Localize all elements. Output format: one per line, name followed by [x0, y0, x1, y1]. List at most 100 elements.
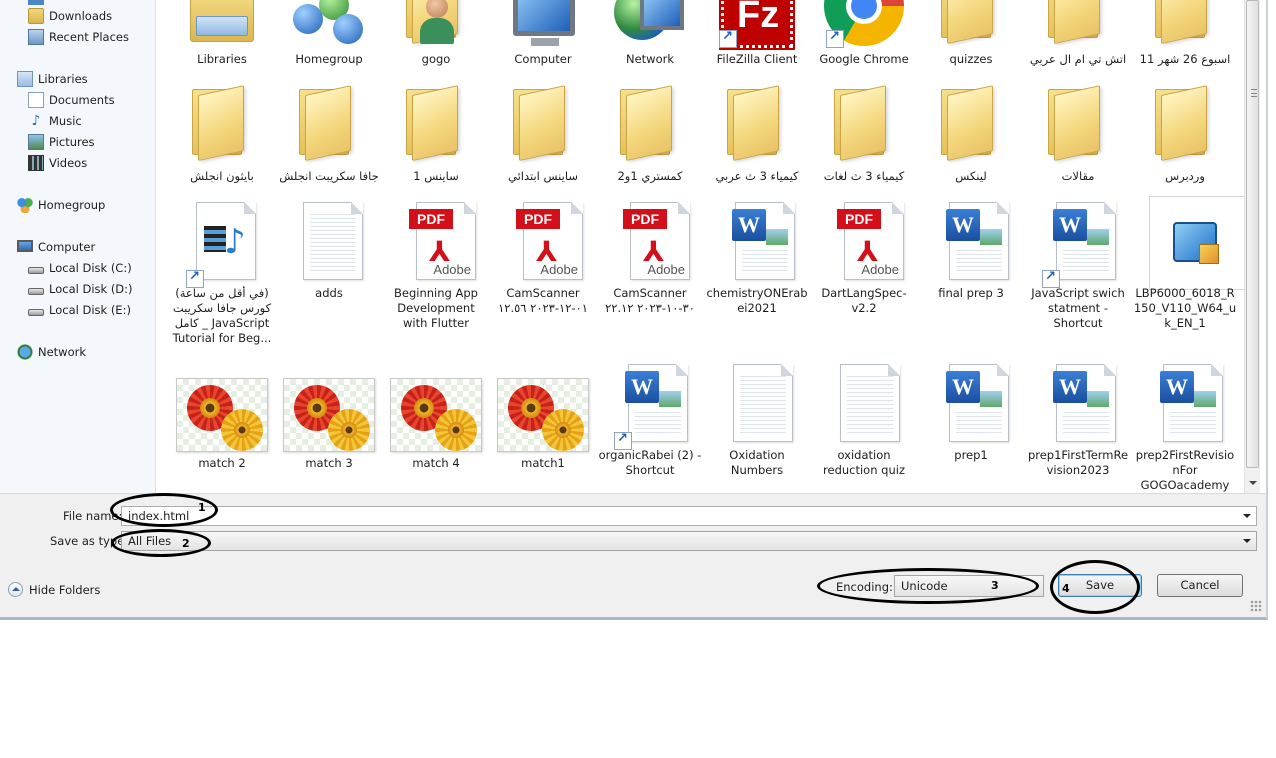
file-item-word[interactable]: W prep1 — [919, 362, 1023, 493]
homegroup-icon — [17, 197, 33, 213]
file-item-doc[interactable]: oxidation reduction quiz — [812, 362, 916, 493]
sidebar-item-label: Local Disk (D:) — [49, 282, 133, 296]
image-file-icon — [172, 370, 268, 454]
file-label: Network — [625, 52, 675, 66]
sidebar-item-documents[interactable]: Documents — [28, 90, 115, 110]
pdf-file-icon: PDF ⅄ Adobe — [394, 200, 478, 284]
image-file-icon — [493, 370, 589, 454]
sidebar-item-videos[interactable]: Videos — [28, 153, 87, 173]
file-label: Homegroup — [295, 52, 363, 66]
installer-icon — [1143, 196, 1244, 290]
video-file-icon: ♪ — [180, 200, 264, 288]
recent-places-icon — [28, 29, 44, 45]
videos-icon — [28, 155, 44, 171]
computer-icon — [17, 240, 33, 252]
chevron-down-icon — [1243, 539, 1251, 543]
file-item-pdf[interactable]: PDF ⅄ Adobe DartLangSpec-v2.2 — [812, 200, 916, 360]
file-item-video[interactable]: ♪ (في أقل من ساعة) كورس جافا سكريبت كامل… — [170, 200, 274, 360]
file-item-image[interactable]: match1 — [491, 370, 595, 493]
file-item-image[interactable]: match 4 — [384, 370, 488, 493]
folder-icon — [1143, 83, 1227, 167]
user-folder-icon — [394, 0, 478, 50]
annotation-number-2: 2 — [182, 537, 190, 550]
sidebar-item-network[interactable]: Network — [17, 342, 86, 362]
hide-folders-button[interactable]: Hide Folders — [8, 582, 100, 597]
file-label: (في أقل من ساعة) كورس جافا سكريبت كامل _… — [172, 286, 272, 345]
sidebar-item-downloads[interactable]: Downloads — [28, 6, 112, 26]
file-label: JavaScript swich statment - Shortcut — [1031, 286, 1125, 330]
drive-icon — [28, 308, 44, 316]
pdf-file-icon: PDF ⅄ Adobe — [822, 200, 906, 284]
hide-folders-label: Hide Folders — [29, 582, 101, 597]
sidebar-item-pictures[interactable]: Pictures — [28, 132, 95, 152]
sidebar-item-homegroup[interactable]: Homegroup — [17, 195, 105, 215]
navigation-pane[interactable]: Downloads Recent Places Libraries Docume… — [0, 0, 156, 493]
chevron-up-icon — [8, 582, 23, 597]
resize-grip-icon[interactable] — [1250, 600, 1262, 612]
sidebar-item-label: Documents — [49, 93, 115, 107]
network-icon — [17, 344, 33, 360]
cancel-button[interactable]: Cancel — [1157, 574, 1243, 597]
folder-icon — [501, 83, 585, 167]
file-label: prep1 — [954, 448, 988, 462]
annotation-number-1: 1 — [198, 501, 206, 514]
libraries-icon — [180, 0, 264, 50]
word-file-icon: W — [1036, 362, 1120, 446]
downloads-icon — [28, 8, 44, 24]
scrollbar-thumb[interactable] — [1246, 0, 1259, 468]
file-item-doc[interactable]: Oxidation Numbers — [705, 362, 809, 493]
file-label: prep1FirstTermRevision2023 — [1027, 448, 1129, 477]
file-item-pdf[interactable]: PDF ⅄ Adobe Beginning App Development with… — [384, 200, 488, 360]
scroll-down-arrow-icon[interactable] — [1249, 481, 1257, 485]
sidebar-item-label: Network — [38, 345, 87, 359]
file-item-word[interactable]: W prep1FirstTermRevision2023 — [1026, 362, 1130, 493]
sidebar-item-computer[interactable]: Computer — [17, 237, 95, 257]
file-list[interactable]: Libraries Homegroup gogo Computer Networ… — [157, 0, 1244, 493]
file-item-word[interactable]: W chemistryONErabei2021 — [705, 200, 809, 360]
file-item-word-shortcut[interactable]: W JavaScript swich statment - Shortcut — [1026, 200, 1130, 360]
pdf-file-icon: PDF ⅄ Adobe — [501, 200, 585, 284]
sidebar-item-label: Local Disk (C:) — [49, 261, 132, 275]
sidebar-item-local-disk-d[interactable]: Local Disk (D:) — [28, 279, 133, 299]
file-label: ساينس 1 — [413, 169, 459, 183]
grip-icon — [1251, 89, 1257, 97]
word-file-icon: W — [715, 200, 799, 284]
pictures-icon — [28, 134, 44, 150]
file-item-image[interactable]: match 2 — [170, 370, 274, 493]
homegroup-icon — [287, 0, 371, 50]
file-name-input[interactable]: index.html — [121, 506, 1257, 526]
file-item-word[interactable]: W final prep 3 — [919, 200, 1023, 360]
save-as-dialog: Downloads Recent Places Libraries Docume… — [0, 0, 1268, 620]
file-label: جافا سكريبت انجلش — [279, 169, 379, 183]
folder-icon — [287, 83, 371, 167]
file-label: final prep 3 — [938, 286, 1004, 300]
word-shortcut-icon: W — [1036, 200, 1120, 288]
sidebar-item-label: Music — [49, 114, 82, 128]
file-item-doc[interactable]: adds — [277, 200, 381, 360]
file-item-installer[interactable]: LBP6000_6018_R150_V110_W64_uk_EN_1 — [1133, 196, 1244, 360]
folder-icon — [394, 83, 478, 167]
sidebar-item-music[interactable]: ♪ Music — [28, 111, 82, 131]
file-label: organicRabei (2) - Shortcut — [598, 448, 702, 477]
vertical-scrollbar[interactable] — [1244, 0, 1260, 493]
save-as-type-select[interactable]: All Files — [121, 531, 1257, 551]
sidebar-item-local-disk-e[interactable]: Local Disk (E:) — [28, 300, 131, 320]
word-file-icon: W — [1143, 362, 1227, 446]
file-item-pdf[interactable]: PDF ⅄ Adobe CamScanner ٣٠-١٠-٢٠٢٣ ٢٢.١٢ — [598, 200, 702, 360]
file-item-word[interactable]: W prep2FirstRevisionFor GOGOacademy — [1133, 362, 1237, 493]
file-label: CamScanner ٣٠-١٠-٢٠٢٣ ٢٢.١٢ — [605, 286, 695, 315]
file-label: اتش تي ام ال عربي — [1029, 52, 1127, 66]
sidebar-item-label: Libraries — [38, 72, 88, 86]
file-label: وردبرس — [1165, 169, 1205, 183]
sidebar-item-local-disk-c[interactable]: Local Disk (C:) — [28, 258, 132, 278]
file-item-word-shortcut[interactable]: W organicRabei (2) - Shortcut — [598, 362, 702, 493]
file-item-pdf[interactable]: PDF ⅄ Adobe CamScanner ٠١-١٢-٢٠٢٣ ١٢.٥٦ — [491, 200, 595, 360]
text-file-icon — [287, 200, 371, 284]
annotation-ring-3 — [817, 568, 1039, 604]
chevron-down-icon[interactable] — [1243, 514, 1251, 518]
sidebar-item-recent-places[interactable]: Recent Places — [28, 27, 129, 47]
folder-icon — [608, 83, 692, 167]
file-label: match 2 — [198, 456, 246, 470]
sidebar-item-libraries[interactable]: Libraries — [17, 69, 88, 89]
file-item-image[interactable]: match 3 — [277, 370, 381, 493]
